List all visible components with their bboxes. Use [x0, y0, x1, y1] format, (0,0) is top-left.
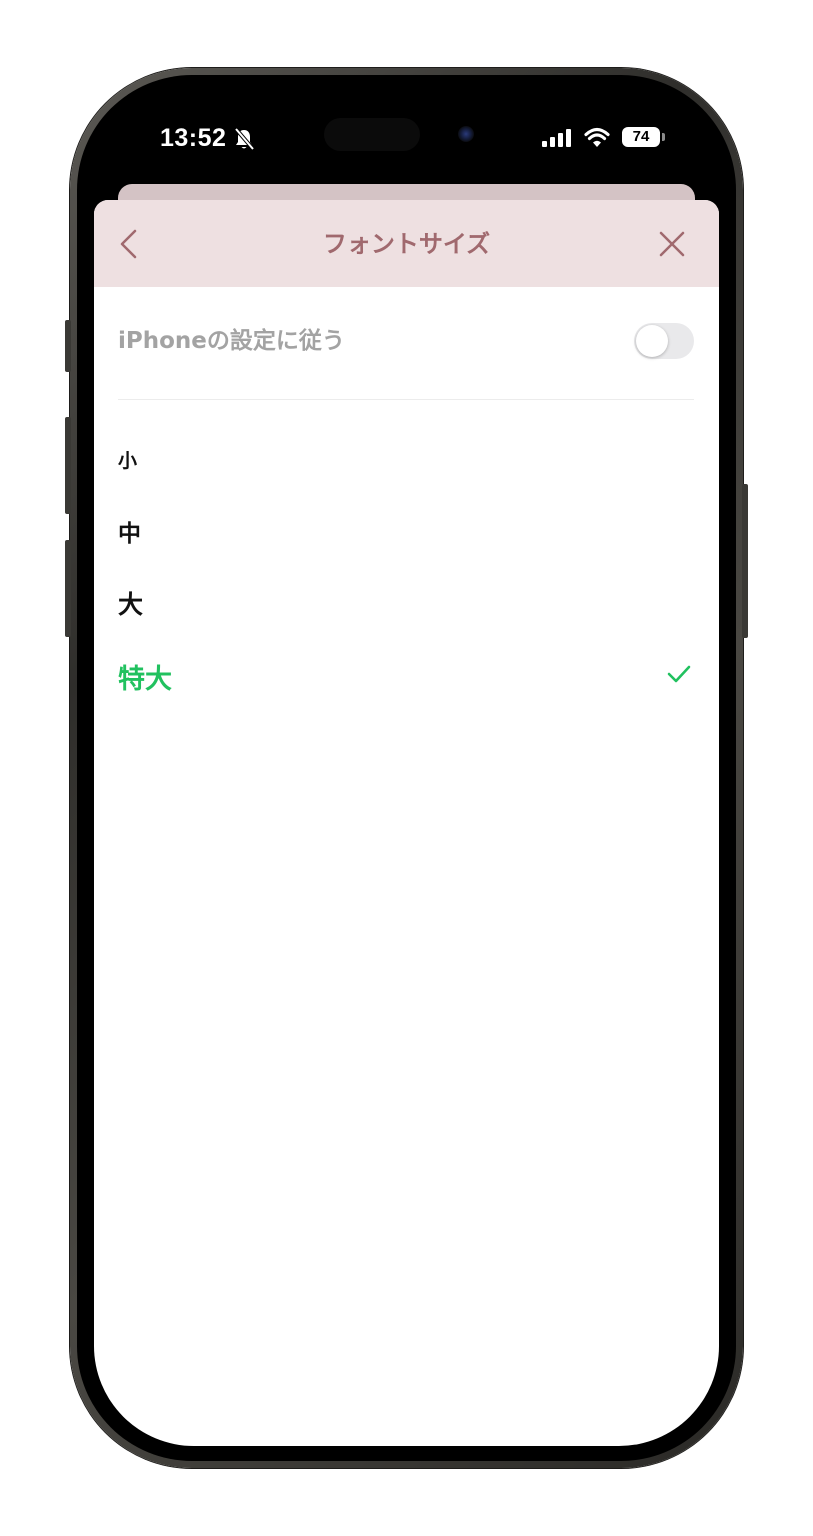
- power-button: [742, 484, 748, 638]
- option-label: 中: [118, 521, 141, 547]
- battery-indicator: 74: [622, 127, 660, 147]
- sheet-header: フォントサイズ: [94, 200, 719, 287]
- option-label: 小: [118, 450, 138, 472]
- toggle-knob: [636, 325, 668, 357]
- checkmark-icon: [667, 665, 691, 683]
- volume-down-button: [65, 540, 71, 637]
- wifi-icon: [584, 127, 610, 147]
- font-size-option-small[interactable]: 小: [94, 430, 719, 490]
- follow-iphone-setting-toggle[interactable]: [634, 323, 694, 359]
- screen: 13:52 74 フォントサイズ iPhoneの設定に従う 小 中 大 特大: [94, 90, 719, 1446]
- option-label: 大: [118, 590, 144, 619]
- cellular-signal-icon: [542, 129, 571, 147]
- action-button: [65, 320, 71, 372]
- font-size-option-large[interactable]: 大: [94, 572, 719, 632]
- font-size-option-medium[interactable]: 中: [94, 500, 719, 560]
- bell-slash-icon: [234, 127, 255, 151]
- font-size-option-extra-large[interactable]: 特大: [94, 645, 719, 705]
- stage: 13:52 74 フォントサイズ iPhoneの設定に従う 小 中 大 特大: [0, 0, 813, 1536]
- front-camera: [458, 126, 474, 142]
- font-size-sheet: フォントサイズ iPhoneの設定に従う 小 中 大 特大: [94, 200, 719, 1446]
- battery-tip: [662, 133, 665, 141]
- volume-up-button: [65, 417, 71, 514]
- close-icon[interactable]: [656, 228, 688, 260]
- page-title: フォントサイズ: [322, 230, 491, 258]
- option-label: 特大: [118, 664, 172, 695]
- dynamic-island: [324, 118, 420, 151]
- status-time: 13:52: [160, 124, 227, 152]
- divider: [118, 399, 694, 400]
- follow-iphone-setting-row: iPhoneの設定に従う: [118, 318, 694, 364]
- follow-iphone-setting-label: iPhoneの設定に従う: [118, 328, 345, 354]
